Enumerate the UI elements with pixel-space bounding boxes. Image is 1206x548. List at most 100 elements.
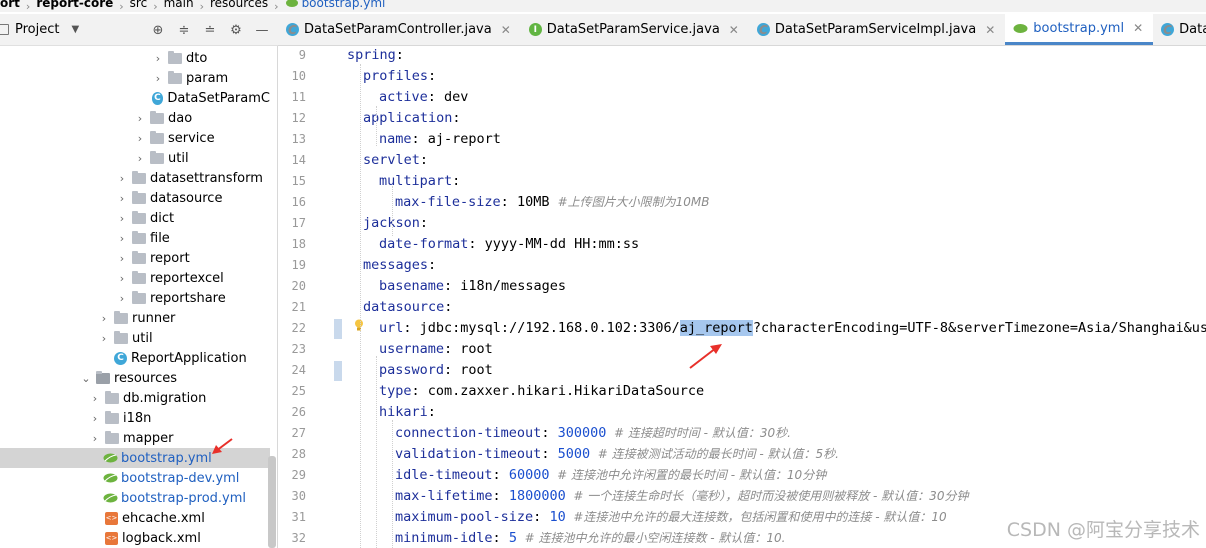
code-line[interactable]: validation-timeout: 5000 # 连接被测试活动的最长时间 … bbox=[395, 444, 839, 464]
tree-item[interactable]: › report bbox=[0, 248, 270, 268]
lightbulb-icon[interactable] bbox=[354, 319, 364, 332]
yaml-key: maximum-pool-size bbox=[395, 509, 534, 525]
tree-item[interactable]: › datasettransform bbox=[0, 168, 270, 188]
tree-item[interactable]: › runner bbox=[0, 308, 270, 328]
editor-tab[interactable]: I DataSetParamService.java ✕ bbox=[521, 14, 749, 45]
chevron-right-icon[interactable]: › bbox=[98, 312, 110, 325]
tree-item[interactable]: › util bbox=[0, 148, 270, 168]
code-line[interactable]: messages: bbox=[363, 255, 436, 275]
code-line[interactable]: idle-timeout: 60000 # 连接池中允许闲置的最长时间 - 默认… bbox=[395, 465, 826, 485]
code-line[interactable]: basename: i18n/messages bbox=[379, 276, 566, 296]
tree-item[interactable]: › db.migration bbox=[0, 388, 270, 408]
project-view-selector[interactable]: Project ▼ bbox=[0, 22, 79, 37]
breadcrumb-item[interactable]: bootstrap.yml bbox=[285, 0, 385, 9]
chevron-down-icon[interactable]: ⌄ bbox=[80, 372, 92, 385]
code-line[interactable]: datasource: bbox=[363, 297, 452, 317]
tree-item[interactable]: › reportexcel bbox=[0, 268, 270, 288]
breadcrumb-item[interactable]: src bbox=[130, 0, 148, 9]
code-line[interactable]: max-lifetime: 1800000 # 一个连接生命时长（毫秒），超时而… bbox=[395, 486, 968, 506]
tree-scrollbar[interactable] bbox=[268, 456, 276, 548]
tree-item[interactable]: › param bbox=[0, 68, 270, 88]
chevron-right-icon[interactable]: › bbox=[134, 152, 146, 165]
close-icon[interactable]: ✕ bbox=[985, 23, 995, 37]
chevron-right-icon[interactable]: › bbox=[116, 232, 128, 245]
breadcrumb-item[interactable]: report-core bbox=[36, 0, 113, 9]
chevron-right-icon[interactable]: › bbox=[89, 392, 101, 405]
yaml-key: date-format bbox=[379, 236, 469, 252]
tree-item[interactable]: <> logback.xml bbox=[0, 528, 270, 548]
code-line[interactable]: username: root bbox=[379, 339, 493, 359]
close-icon[interactable]: ✕ bbox=[729, 23, 739, 37]
code-line[interactable]: profiles: bbox=[363, 66, 436, 86]
gear-icon[interactable]: ⚙ bbox=[228, 22, 244, 38]
target-icon[interactable]: ⊕ bbox=[150, 22, 166, 38]
tree-item[interactable]: › datasource bbox=[0, 188, 270, 208]
tree-item[interactable]: <> ehcache.xml bbox=[0, 508, 270, 528]
code-line[interactable]: active: dev bbox=[379, 87, 468, 107]
tree-item[interactable]: › dict bbox=[0, 208, 270, 228]
editor-tab[interactable]: bootstrap.yml ✕ bbox=[1005, 14, 1154, 45]
collapse-icon[interactable]: ≐ bbox=[202, 22, 218, 38]
yaml-number: 10 bbox=[541, 509, 566, 525]
chevron-right-icon[interactable]: › bbox=[152, 52, 164, 65]
tree-item[interactable]: › util bbox=[0, 328, 270, 348]
tree-item[interactable]: › reportshare bbox=[0, 288, 270, 308]
code-line[interactable]: application: bbox=[363, 108, 461, 128]
editor-tab[interactable]: C DataSetParamServiceImpl.java ✕ bbox=[749, 14, 1005, 45]
chevron-right-icon[interactable]: › bbox=[134, 112, 146, 125]
tree-item[interactable]: › service bbox=[0, 128, 270, 148]
tree-item[interactable]: bootstrap-dev.yml bbox=[0, 468, 270, 488]
code-line[interactable]: jackson: bbox=[363, 213, 428, 233]
code-line[interactable]: date-format: yyyy-MM-dd HH:mm:ss bbox=[379, 234, 639, 254]
tree-item-label: reportexcel bbox=[150, 270, 224, 286]
chevron-right-icon[interactable]: › bbox=[116, 192, 128, 205]
yaml-number: 5000 bbox=[549, 446, 591, 462]
chevron-right-icon[interactable]: › bbox=[89, 432, 101, 445]
tree-item[interactable]: › dao bbox=[0, 108, 270, 128]
tree-item[interactable]: C ReportApplication bbox=[0, 348, 270, 368]
code-line[interactable]: url: jdbc:mysql://192.168.0.102:3306/aj_… bbox=[379, 318, 1206, 338]
close-icon[interactable]: ✕ bbox=[1133, 21, 1143, 35]
project-tree[interactable]: › dto › param C DataSetParamC › dao › service › uti… bbox=[0, 46, 278, 548]
minimize-icon[interactable]: — bbox=[254, 22, 270, 38]
chevron-right-icon[interactable]: › bbox=[98, 332, 110, 345]
code-line[interactable]: type: com.zaxxer.hikari.HikariDataSource bbox=[379, 381, 704, 401]
close-icon[interactable]: ✕ bbox=[501, 23, 511, 37]
change-marker[interactable] bbox=[334, 319, 342, 339]
editor-tab[interactable]: C DataSetParamController.java ✕ bbox=[278, 14, 521, 45]
chevron-right-icon[interactable]: › bbox=[116, 252, 128, 265]
line-number: 17 bbox=[291, 216, 306, 230]
code-line[interactable]: password: root bbox=[379, 360, 493, 380]
code-line[interactable]: hikari: bbox=[379, 402, 436, 422]
yaml-number: 60000 bbox=[500, 467, 550, 483]
breadcrumb-item[interactable]: resources bbox=[210, 0, 268, 9]
breadcrumb-item[interactable]: ort bbox=[0, 0, 20, 9]
tree-item[interactable]: › i18n bbox=[0, 408, 270, 428]
tree-item[interactable]: › file bbox=[0, 228, 270, 248]
code-line[interactable]: spring: bbox=[347, 46, 404, 65]
chevron-right-icon[interactable]: › bbox=[89, 412, 101, 425]
expand-icon[interactable]: ≑ bbox=[176, 22, 192, 38]
breadcrumb-item[interactable]: main bbox=[164, 0, 194, 9]
chevron-right-icon[interactable]: › bbox=[116, 292, 128, 305]
change-marker[interactable] bbox=[334, 361, 342, 381]
code-line[interactable]: connection-timeout: 300000 # 连接超时时间 - 默认… bbox=[395, 423, 791, 443]
editor-tab[interactable]: C DataSetParamDto.java bbox=[1153, 14, 1206, 45]
chevron-right-icon[interactable]: › bbox=[116, 172, 128, 185]
tree-item[interactable]: bootstrap-prod.yml bbox=[0, 488, 270, 508]
code-line[interactable]: maximum-pool-size: 10 #连接池中允许的最大连接数，包括闲置… bbox=[395, 507, 947, 527]
code-line[interactable]: max-file-size: 10MB #上传图片大小限制为10MB bbox=[395, 192, 710, 212]
code-editor[interactable]: 9 10 11 12 13 14 15 16 17 18 19 20 21 22 23 24 25 26 27 28 2… bbox=[278, 46, 1206, 548]
tree-item-label: db.migration bbox=[123, 390, 207, 406]
chevron-right-icon[interactable]: › bbox=[116, 212, 128, 225]
tree-item[interactable]: › dto bbox=[0, 48, 270, 68]
chevron-right-icon[interactable]: › bbox=[116, 272, 128, 285]
chevron-right-icon[interactable]: › bbox=[152, 72, 164, 85]
code-line[interactable]: name: aj-report bbox=[379, 129, 501, 149]
code-line[interactable]: minimum-idle: 5 # 连接池中允许的最小空闲连接数 - 默认值：1… bbox=[395, 528, 786, 548]
tree-item[interactable]: ⌄ resources bbox=[0, 368, 270, 388]
chevron-right-icon[interactable]: › bbox=[134, 132, 146, 145]
code-line[interactable]: servlet: bbox=[363, 150, 428, 170]
tree-item[interactable]: C DataSetParamC bbox=[0, 88, 270, 108]
breadcrumb-label: src bbox=[129, 0, 148, 10]
